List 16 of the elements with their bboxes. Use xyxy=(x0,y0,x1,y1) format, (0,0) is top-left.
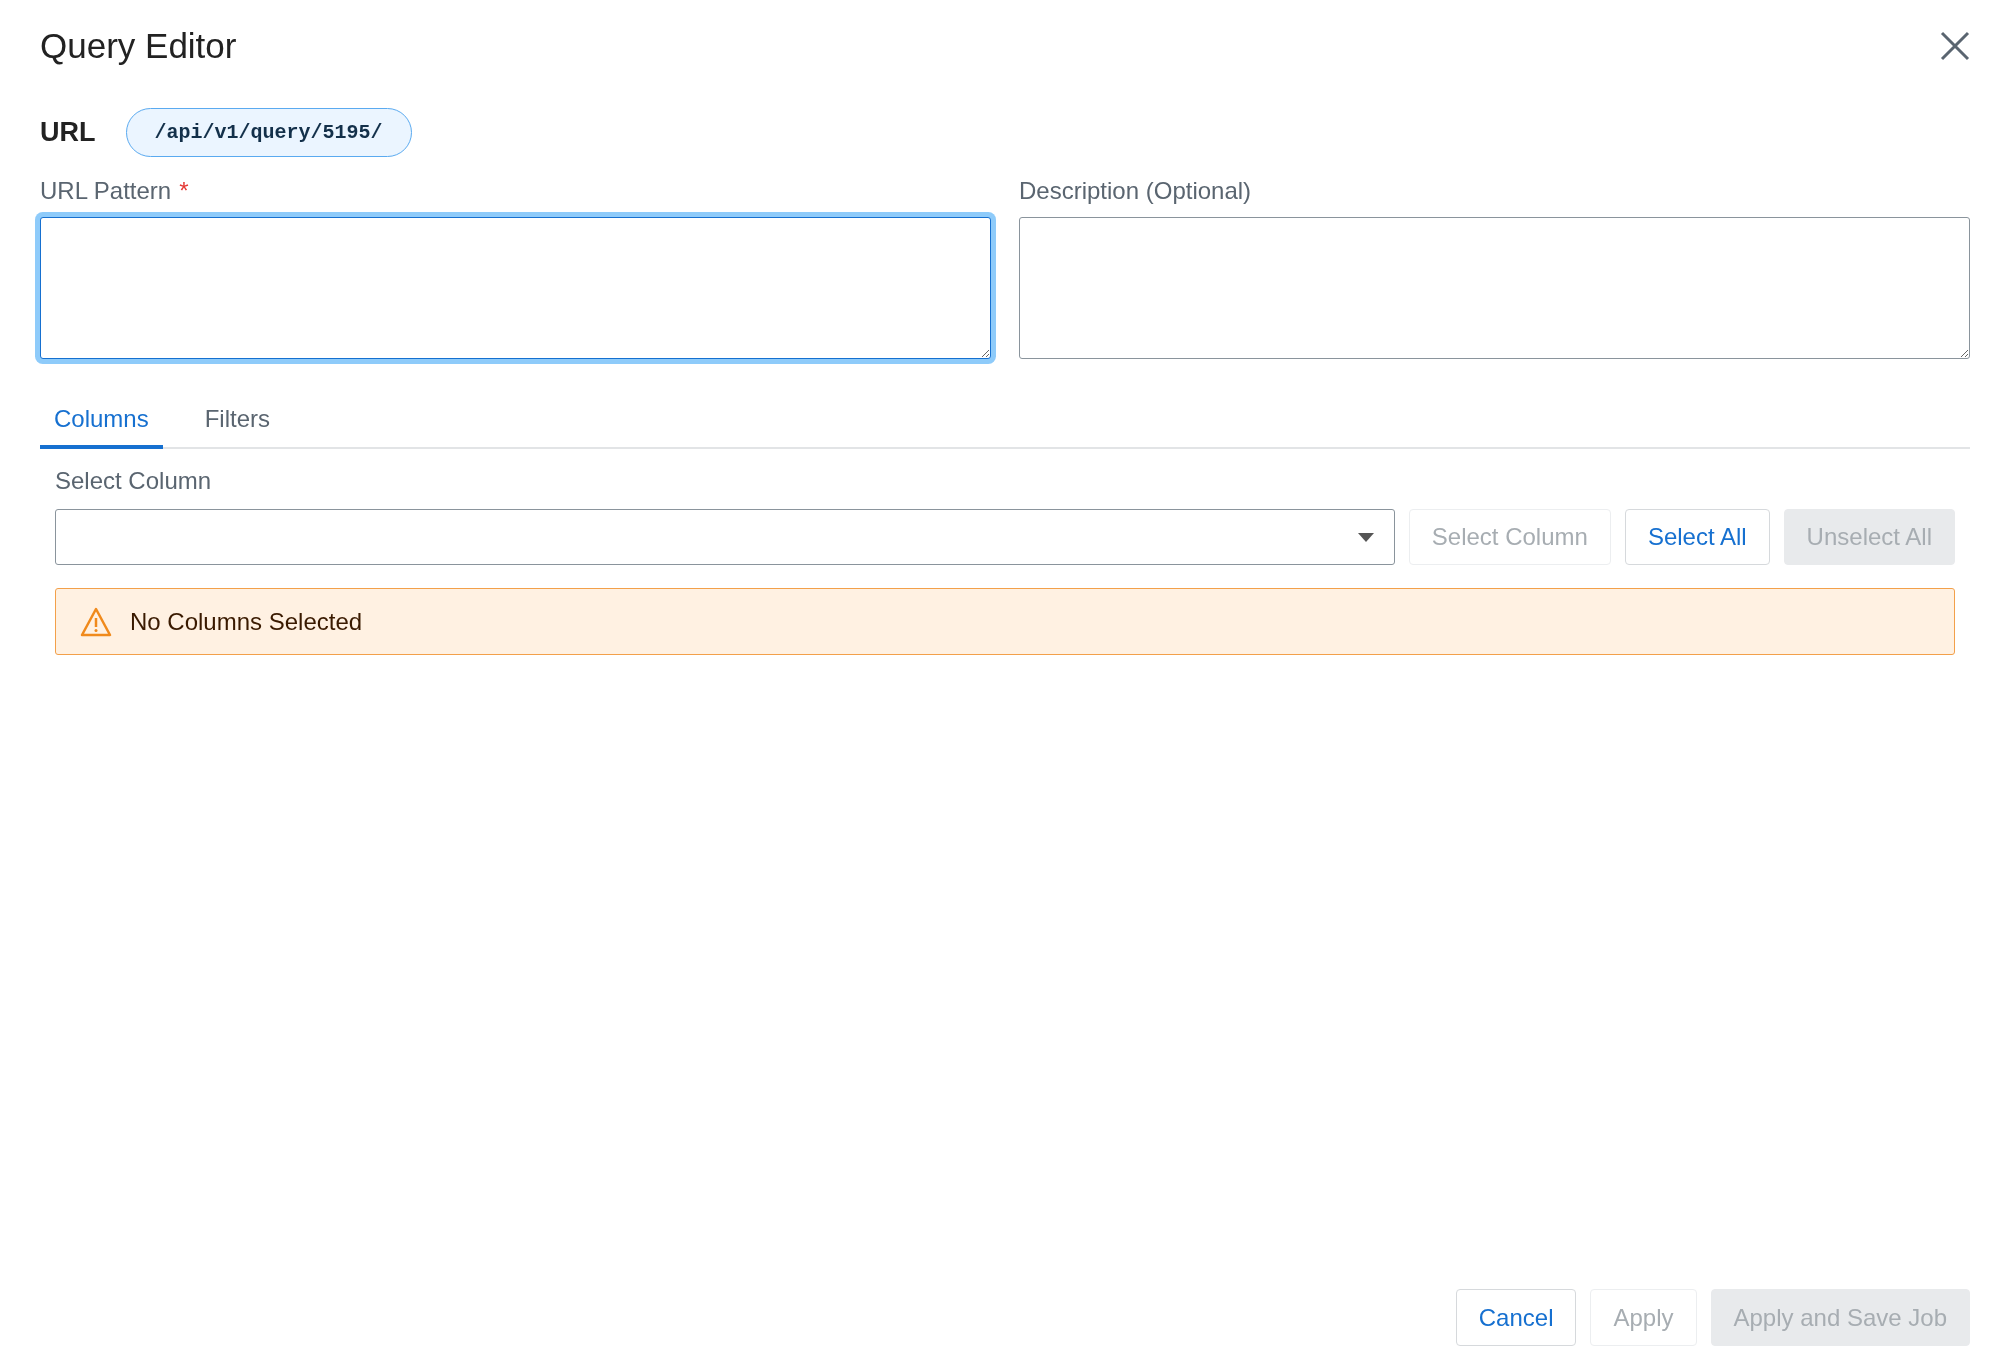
picker-button[interactable]: Select All xyxy=(1624,509,1770,565)
footer-button[interactable]: Cancel xyxy=(1455,1289,1577,1346)
caret-icon xyxy=(1357,532,1374,542)
warning-icon xyxy=(80,606,112,637)
tab[interactable]: Columns xyxy=(40,395,163,449)
required-mark: * xyxy=(179,177,189,205)
column-select[interactable] xyxy=(55,509,1395,565)
dialog-title: Query Editor xyxy=(40,26,237,66)
url-label: URL xyxy=(40,117,96,148)
alert-text: No Columns Selected xyxy=(130,607,363,636)
url-value: /api/v1/query/5195/ xyxy=(125,108,412,157)
select-label: Select Column xyxy=(55,467,213,495)
close-icon[interactable] xyxy=(1940,31,1970,61)
tab[interactable]: Filters xyxy=(190,395,285,449)
field-label: Description (Optional) xyxy=(1019,177,1252,205)
field-label: URL Pattern xyxy=(40,177,172,205)
